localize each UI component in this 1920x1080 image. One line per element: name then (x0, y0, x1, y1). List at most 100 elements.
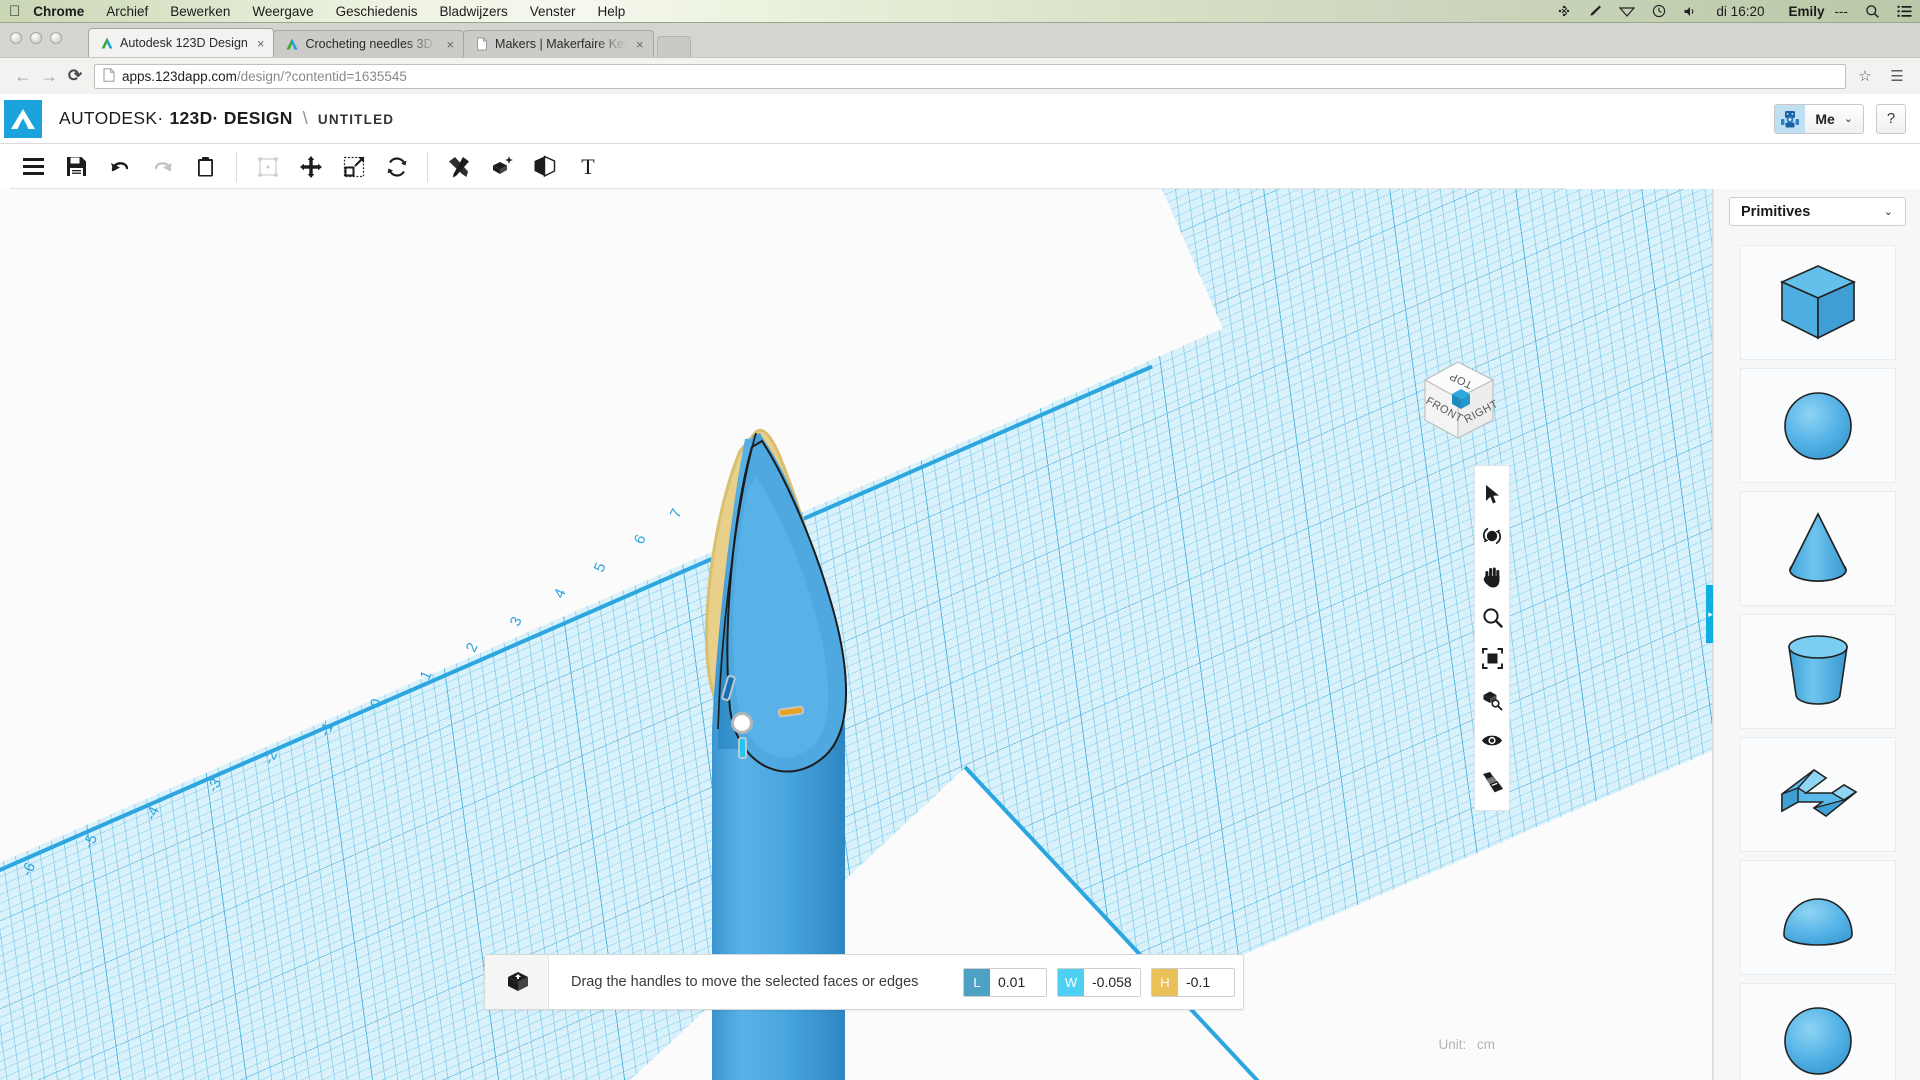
hemisphere-primitive[interactable] (1740, 860, 1896, 975)
rotate-icon[interactable] (375, 148, 418, 186)
orbit-icon[interactable] (1475, 515, 1509, 556)
help-button[interactable]: ? (1876, 103, 1906, 134)
fit-to-screen-icon[interactable] (1475, 638, 1509, 679)
category-label: Primitives (1741, 203, 1811, 220)
address-bar[interactable]: apps.123dapp.com /design/?contentid=1635… (94, 63, 1846, 89)
toolbar-divider-1 (236, 151, 237, 182)
menu-item-weergave[interactable]: Weergave (252, 4, 313, 19)
window-minimize-button[interactable] (30, 32, 42, 44)
view-cube[interactable]: TOP FRONT RIGHT (1411, 354, 1506, 446)
window-controls (10, 32, 62, 44)
menu-item-chrome[interactable]: Chrome (33, 4, 84, 19)
torus-primitive[interactable] (1740, 983, 1896, 1080)
back-icon[interactable]: ← (10, 66, 36, 87)
brand-autodesk: AUTODESK· (59, 108, 164, 128)
crochet-needle-model[interactable] (0, 189, 1713, 1080)
menu-icon[interactable] (12, 148, 55, 186)
apple-logo-icon[interactable]:  (9, 4, 20, 19)
chevron-down-icon: ⌄ (1883, 206, 1893, 218)
cylinder-primitive[interactable] (1740, 614, 1896, 729)
pan-hand-icon[interactable] (1475, 556, 1509, 597)
length-field-value[interactable]: 0.01 (990, 974, 1046, 990)
unit-display: Unit: cm (1438, 1037, 1495, 1052)
bluetooth-icon[interactable] (1557, 4, 1571, 18)
pen-tablet-icon[interactable] (1588, 4, 1602, 18)
box-primitive[interactable] (1740, 245, 1896, 360)
browser-tab-0[interactable]: Autodesk 123D Design × (88, 28, 275, 57)
menu-item-bewerken[interactable]: Bewerken (170, 4, 230, 19)
notification-center-icon[interactable] (1897, 5, 1912, 18)
url-path: /design/?contentid=1635545 (236, 68, 407, 84)
save-icon[interactable] (55, 148, 98, 186)
menu-item-archief[interactable]: Archief (106, 4, 148, 19)
account-label: Me (1815, 110, 1835, 127)
tab-close-icon-2[interactable]: × (636, 38, 644, 51)
brand-title: AUTODESK· 123D· DESIGN \ UNTITLED (59, 108, 394, 129)
wedge-primitive[interactable] (1740, 737, 1896, 852)
height-field-label: H (1152, 968, 1178, 996)
menu-item-venster[interactable]: Venster (530, 4, 576, 19)
menu-item-help[interactable]: Help (598, 4, 626, 19)
menu-item-bladwijzers[interactable]: Bladwijzers (439, 4, 507, 19)
move-icon[interactable] (289, 148, 332, 186)
length-field[interactable]: L 0.01 (963, 967, 1047, 997)
volume-icon[interactable] (1683, 5, 1697, 18)
window-zoom-button[interactable] (50, 32, 62, 44)
url-domain: apps.123dapp.com (122, 68, 237, 84)
construct-icon[interactable] (480, 148, 523, 186)
brand-product: 123D· DESIGN (169, 108, 293, 128)
app-toolbar: T (0, 144, 1920, 189)
prompt-message: Drag the handles to move the selected fa… (571, 974, 919, 990)
hamburger-menu-icon[interactable]: ☰ (1884, 67, 1910, 85)
spotlight-search-icon[interactable] (1865, 4, 1880, 19)
account-menu-button[interactable]: Me ⌄ (1774, 103, 1864, 134)
time-machine-icon[interactable] (1652, 4, 1666, 18)
category-dropdown[interactable]: Primitives ⌄ (1729, 197, 1906, 226)
reload-icon[interactable]: ⟳ (62, 66, 88, 86)
window-close-button[interactable] (10, 32, 22, 44)
scale-icon[interactable] (332, 148, 375, 186)
redo-icon[interactable] (141, 148, 184, 186)
svg-text:T: T (581, 156, 595, 177)
browser-tab-label-0: Autodesk 123D Design (120, 36, 248, 50)
os-user-name[interactable]: Emily (1788, 4, 1824, 19)
text-icon[interactable]: T (566, 148, 609, 186)
star-icon[interactable]: ☆ (1852, 67, 1878, 85)
zoom-object-icon[interactable] (1475, 679, 1509, 720)
zoom-magnifier-icon[interactable] (1475, 597, 1509, 638)
tab-strip: Autodesk 123D Design × Crocheting needle… (0, 23, 1920, 57)
snap-icon[interactable] (1475, 761, 1509, 802)
browser-tab-label-1: Crocheting needles 3D Mo (305, 37, 437, 51)
width-field-value[interactable]: -0.058 (1084, 974, 1140, 990)
page-favicon-icon (475, 37, 489, 51)
os-status-area: di 16:20 Emily --- (1540, 4, 1920, 19)
visibility-eye-icon[interactable] (1475, 720, 1509, 761)
tab-close-icon-1[interactable]: × (446, 38, 454, 51)
modify-icon[interactable] (523, 148, 566, 186)
wifi-icon[interactable] (1619, 5, 1636, 18)
height-field-value[interactable]: -0.1 (1178, 974, 1234, 990)
os-clock[interactable]: di 16:20 (1716, 4, 1764, 19)
sphere-primitive[interactable] (1740, 368, 1896, 483)
menu-item-geschiedenis[interactable]: Geschiedenis (336, 4, 418, 19)
width-field[interactable]: W -0.058 (1057, 967, 1141, 997)
sketch-icon[interactable] (437, 148, 480, 186)
width-handle[interactable] (738, 737, 747, 759)
center-handle[interactable] (731, 712, 753, 734)
browser-tab-1[interactable]: Crocheting needles 3D Mo × (273, 30, 465, 57)
undo-icon[interactable] (98, 148, 141, 186)
paste-icon[interactable] (184, 148, 227, 186)
design-canvas[interactable]: -6 -5 -4 -3 -2 -1 0 1 2 3 4 5 6 7 TOP FR… (0, 189, 1713, 1080)
new-tab-button[interactable] (656, 36, 691, 57)
cursor-icon[interactable] (1475, 474, 1509, 515)
tab-close-icon-0[interactable]: × (257, 37, 265, 50)
toolbar-group-create: T (437, 144, 609, 189)
select-icon[interactable] (246, 148, 289, 186)
app-header: AUTODESK· 123D· DESIGN \ UNTITLED Me ⌄ ? (0, 94, 1920, 144)
move-faces-icon (485, 955, 549, 1009)
forward-icon[interactable]: → (36, 66, 62, 87)
dimension-fields: L 0.01 W -0.058 H -0.1 (963, 967, 1243, 997)
height-field[interactable]: H -0.1 (1151, 967, 1235, 997)
browser-tab-2[interactable]: Makers | Makerfaire Kerkra × (463, 30, 654, 57)
cone-primitive[interactable] (1740, 491, 1896, 606)
